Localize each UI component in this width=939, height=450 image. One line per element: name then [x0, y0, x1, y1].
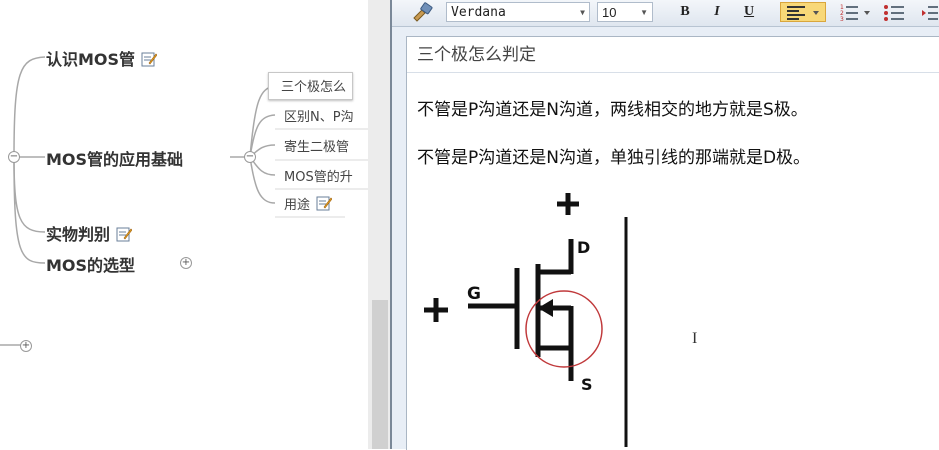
topic-label: 实物判别 — [46, 225, 111, 244]
numbered-list-icon: 123 — [840, 4, 870, 23]
numbered-list-button[interactable]: 123 — [838, 2, 878, 23]
topic-label: MOS的选型 — [46, 256, 136, 275]
chevron-down-icon: ▼ — [580, 8, 585, 17]
bold-button[interactable]: B — [674, 2, 696, 22]
subtopic-label: 区别N、P沟 — [284, 110, 354, 125]
topic-label: MOS管的应用基础 — [46, 150, 184, 169]
label-d: D — [577, 238, 590, 257]
subtopic-three-poles[interactable]: 三个极怎么 — [268, 72, 354, 100]
bullet-list-button[interactable] — [882, 2, 914, 22]
note-title[interactable]: 三个极怎么判定 — [407, 37, 939, 73]
topic-understand-mos[interactable]: 认识MOS管 — [46, 46, 158, 71]
subtopic-label: MOS管的升 — [284, 170, 353, 185]
underline-button[interactable]: U — [738, 2, 760, 22]
topic-mos-basics[interactable]: MOS管的应用基础 — [46, 146, 183, 170]
subtopic-label: 寄生二极管 — [284, 140, 350, 155]
font-family-select[interactable]: Verdana ▼ — [446, 2, 590, 22]
label-g: G — [467, 284, 481, 304]
align-left-icon — [787, 6, 819, 20]
subtopic-n-p-difference[interactable]: 区别N、P沟 — [284, 106, 354, 125]
note-line: 不管是P沟道还是N沟道，单独引线的那端就是D极。 — [417, 148, 811, 168]
subtopic-label: 用途 — [284, 198, 311, 213]
font-size-value: 10 — [602, 5, 617, 20]
chevron-down-icon: ▼ — [640, 8, 648, 17]
mind-map-canvas[interactable]: 认识MOS管 − MOS管的应用基础 − 实物判别 MOS的选型 + + 三个极… — [0, 0, 368, 449]
note-line: 不管是P沟道还是N沟道，两线相交的地方就是S极。 — [417, 100, 808, 120]
subtopic-mos-boost[interactable]: MOS管的升 — [284, 166, 353, 185]
subtopic-parasitic-diode[interactable]: 寄生二极管 — [284, 136, 349, 155]
expand-toggle[interactable]: + — [180, 257, 192, 269]
topic-label: 认识MOS管 — [46, 50, 136, 69]
topic-physical-identify[interactable]: 实物判别 — [46, 221, 133, 246]
font-family-value: Verdana — [451, 5, 506, 20]
topic-mos-selection[interactable]: MOS的选型 — [46, 252, 135, 276]
formatting-toolbar: Verdana ▼ 10 ▼ B I U 123 — [392, 0, 939, 27]
subtopic-usage[interactable]: 用途 — [284, 194, 333, 215]
format-painter-icon[interactable] — [410, 2, 434, 22]
mosfet-diagram: G D S — [424, 193, 628, 447]
subtopic-label: 三个极怎么 — [281, 80, 347, 95]
bullet-list-icon — [884, 5, 904, 21]
notes-editor: Verdana ▼ 10 ▼ B I U 123 三个极怎么判定 不管是P沟道还… — [390, 0, 939, 450]
note-icon[interactable] — [141, 51, 158, 71]
note-icon[interactable] — [116, 226, 133, 246]
align-left-button[interactable] — [780, 2, 826, 22]
svg-text:3: 3 — [840, 16, 844, 22]
indent-button[interactable] — [920, 2, 939, 22]
text-cursor-icon: I — [692, 330, 698, 347]
expand-toggle[interactable]: + — [20, 340, 32, 352]
collapse-toggle[interactable]: − — [8, 151, 20, 163]
italic-button[interactable]: I — [706, 2, 728, 22]
indent-icon — [922, 6, 938, 20]
collapse-toggle[interactable]: − — [244, 151, 256, 163]
note-content-area[interactable]: 三个极怎么判定 不管是P沟道还是N沟道，两线相交的地方就是S极。 不管是P沟道还… — [406, 36, 939, 450]
label-s: S — [581, 375, 593, 394]
note-icon[interactable] — [316, 195, 333, 215]
scrollbar-thumb[interactable] — [372, 300, 388, 449]
font-size-select[interactable]: 10 ▼ — [597, 2, 653, 22]
